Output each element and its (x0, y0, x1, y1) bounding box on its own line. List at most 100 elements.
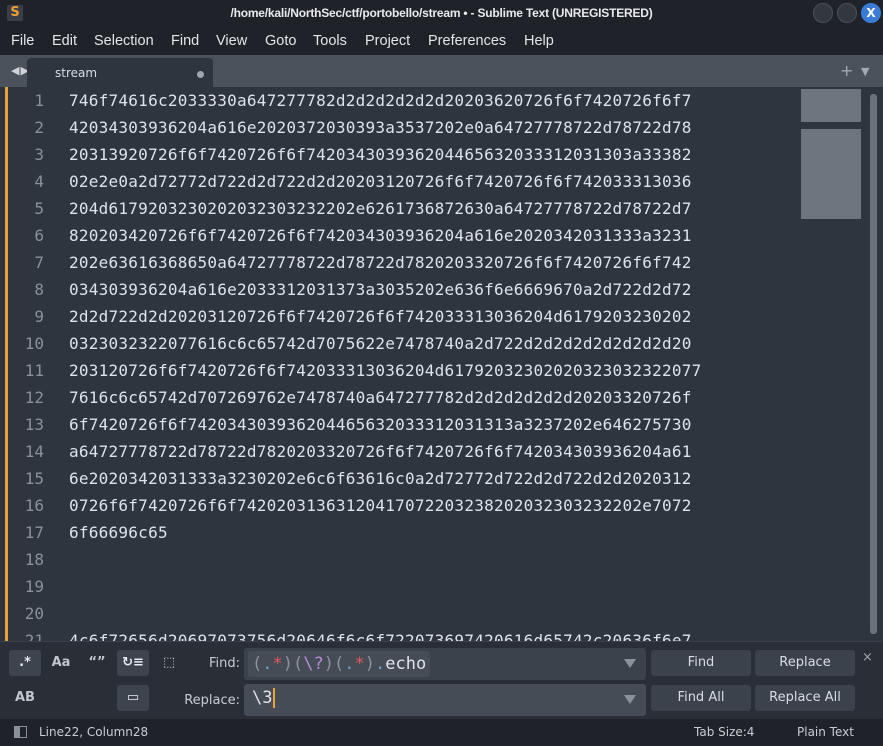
wrap-toggle[interactable]: ↻≡ (117, 650, 149, 676)
tab-bar: ◀▶ stream + ▼ (0, 55, 883, 87)
line-text[interactable]: 42034303936204a616e2020372030393a3537202… (69, 118, 692, 137)
replace-input[interactable]: \3 (252, 688, 276, 708)
code-line[interactable]: 15 6e2020342031333a3230202e6c6f63616c0a2d… (0, 465, 790, 492)
line-text[interactable]: 02e2e0a2d72772d722d2d722d2d20203120726f6… (69, 172, 692, 191)
code-line[interactable]: 16 0726f6f7420726f6f742020313631204170722… (0, 492, 790, 519)
code-line[interactable]: 4 02e2e0a2d72772d722d2d722d2d20203120726f… (0, 168, 790, 195)
replace-history-dropdown-icon[interactable] (624, 695, 636, 704)
tab-label: stream (55, 66, 98, 80)
cursor-position: Line22, Column28 (39, 725, 149, 739)
line-text[interactable]: 0726f6f7420726f6f74202031363120417072203… (69, 496, 692, 515)
code-line[interactable]: 7 202e63616368650a64727778722d78722d78202… (0, 249, 790, 276)
unsaved-dot-icon[interactable] (197, 71, 204, 78)
syntax-selector[interactable]: Plain Text (797, 725, 854, 739)
editor-area[interactable]: 1 746f74616c2033330a647277782d2d2d2d2d2d2… (0, 87, 883, 641)
case-sensitive-toggle[interactable]: Aa (45, 650, 77, 676)
sidebar-toggle-icon[interactable] (14, 726, 27, 738)
line-number: 6 (34, 226, 44, 245)
find-input[interactable]: (.*)(\?)(.*).echo (248, 651, 431, 677)
replace-all-button[interactable]: Replace All (755, 685, 855, 711)
line-text[interactable]: 203120726f6f7420726f6f742033313036204d61… (69, 361, 702, 380)
tab-size-selector[interactable]: Tab Size:4 (694, 725, 754, 739)
maximize-button[interactable] (837, 3, 857, 23)
close-find-panel-icon[interactable]: × (862, 650, 873, 665)
line-number: 8 (34, 280, 44, 299)
code-line[interactable]: 17 6f66696c65 (0, 519, 790, 546)
line-text[interactable]: 202e63616368650a64727778722d78722d782020… (69, 253, 692, 272)
line-text[interactable]: 6e2020342031333a3230202e6c6f63616c0a2d72… (69, 469, 692, 488)
code-line[interactable]: 12 7616c6c65742d707269762e7478740a6472777… (0, 384, 790, 411)
code-line[interactable]: 14 a64727778722d78722d7820203320726f6f742… (0, 438, 790, 465)
title-bar: S /home/kali/NorthSec/ctf/portobello/str… (0, 0, 883, 27)
code-line[interactable]: 3 20313920726f6f7420726f6f742034303936204… (0, 141, 790, 168)
line-number: 14 (24, 442, 44, 461)
new-tab-icon[interactable]: + (840, 61, 853, 80)
code-line[interactable]: 9 2d2d722d2d20203120726f6f7420726f6f74203… (0, 303, 790, 330)
line-text[interactable]: 7616c6c65742d707269762e7478740a647277782… (69, 388, 692, 407)
menu-edit[interactable]: Edit (52, 33, 77, 49)
code-line[interactable]: 21 4c6f72656d20697073756d20646f6c6f722073… (0, 627, 790, 641)
code-line[interactable]: 1 746f74616c2033330a647277782d2d2d2d2d2d2… (0, 87, 790, 114)
line-text[interactable]: 20313920726f6f7420726f6f7420343039362044… (69, 145, 692, 164)
highlight-matches-toggle[interactable]: ▭ (117, 685, 149, 711)
status-bar: Line22, Column28 Tab Size:4 Plain Text (0, 719, 883, 746)
code-line[interactable]: 13 6f7420726f6f74203430393620446563203331… (0, 411, 790, 438)
find-replace-panel: .* Aa “” ↻≡ ⬚ AB ▭ Find: (.*)(\?)(.*).ec… (0, 641, 883, 719)
code-line[interactable]: 8 034303936204a616e2033312031373a3035202e… (0, 276, 790, 303)
replace-field[interactable]: \3 (244, 684, 646, 716)
line-text[interactable]: 6f66696c65 (69, 523, 168, 542)
line-text[interactable]: 746f74616c2033330a647277782d2d2d2d2d2d20… (69, 91, 692, 110)
line-number: 12 (24, 388, 44, 407)
line-text[interactable]: 2d2d722d2d20203120726f6f7420726f6f742033… (69, 307, 692, 326)
whole-word-toggle[interactable]: “” (81, 650, 113, 676)
find-all-button[interactable]: Find All (651, 685, 751, 711)
menu-goto[interactable]: Goto (265, 33, 296, 49)
line-text[interactable]: 820203420726f6f7420726f6f742034303936204… (69, 226, 692, 245)
line-text[interactable]: 6f7420726f6f7420343039362044656320333120… (69, 415, 692, 434)
line-text[interactable]: 0323032322077616c6c65742d7075622e7478740… (69, 334, 692, 353)
preserve-case-toggle[interactable]: AB (9, 685, 41, 711)
menu-view[interactable]: View (216, 33, 247, 49)
line-number: 15 (24, 469, 44, 488)
menu-project[interactable]: Project (365, 33, 410, 49)
replace-label: Replace: (184, 693, 240, 708)
line-number: 1 (34, 91, 44, 110)
menu-find[interactable]: Find (171, 33, 199, 49)
minimap-block (801, 89, 861, 122)
line-text[interactable]: a64727778722d78722d7820203320726f6f74207… (69, 442, 692, 461)
line-number: 9 (34, 307, 44, 326)
menu-help[interactable]: Help (524, 33, 554, 49)
line-number: 3 (34, 145, 44, 164)
line-text[interactable]: 034303936204a616e2033312031373a3035202e6… (69, 280, 692, 299)
vertical-scrollbar[interactable] (870, 94, 877, 634)
regex-toggle[interactable]: .* (9, 650, 41, 676)
line-text[interactable]: 4c6f72656d20697073756d20646f6c6f72207369… (69, 631, 692, 641)
tab-list-dropdown-icon[interactable]: ▼ (861, 65, 869, 78)
text-caret (273, 688, 276, 708)
line-number: 2 (34, 118, 44, 137)
find-button[interactable]: Find (651, 650, 751, 676)
code-line[interactable]: 20 (0, 600, 790, 627)
menu-tools[interactable]: Tools (313, 33, 347, 49)
line-number: 21 (24, 631, 44, 641)
menu-preferences[interactable]: Preferences (428, 33, 506, 49)
tab-stream[interactable]: stream (27, 58, 213, 87)
minimap-block (801, 129, 861, 219)
menu-selection[interactable]: Selection (94, 33, 154, 49)
find-history-dropdown-icon[interactable] (624, 659, 636, 668)
code-line[interactable]: 5 204d6179203230202032303232202e626173687… (0, 195, 790, 222)
close-window-button[interactable]: X (861, 3, 881, 23)
find-field[interactable]: (.*)(\?)(.*).echo (244, 648, 646, 680)
menu-bar: File Edit Selection Find View Goto Tools… (0, 27, 883, 55)
code-line[interactable]: 11 203120726f6f7420726f6f742033313036204d… (0, 357, 790, 384)
code-line[interactable]: 19 (0, 573, 790, 600)
code-line[interactable]: 6 820203420726f6f7420726f6f74203430393620… (0, 222, 790, 249)
menu-file[interactable]: File (11, 33, 34, 49)
replace-button[interactable]: Replace (755, 650, 855, 676)
code-line[interactable]: 18 (0, 546, 790, 573)
code-line[interactable]: 10 0323032322077616c6c65742d7075622e74787… (0, 330, 790, 357)
line-number: 10 (24, 334, 44, 353)
code-line[interactable]: 2 42034303936204a616e2020372030393a353720… (0, 114, 790, 141)
line-text[interactable]: 204d6179203230202032303232202e6261736872… (69, 199, 692, 218)
minimize-button[interactable] (813, 3, 833, 23)
